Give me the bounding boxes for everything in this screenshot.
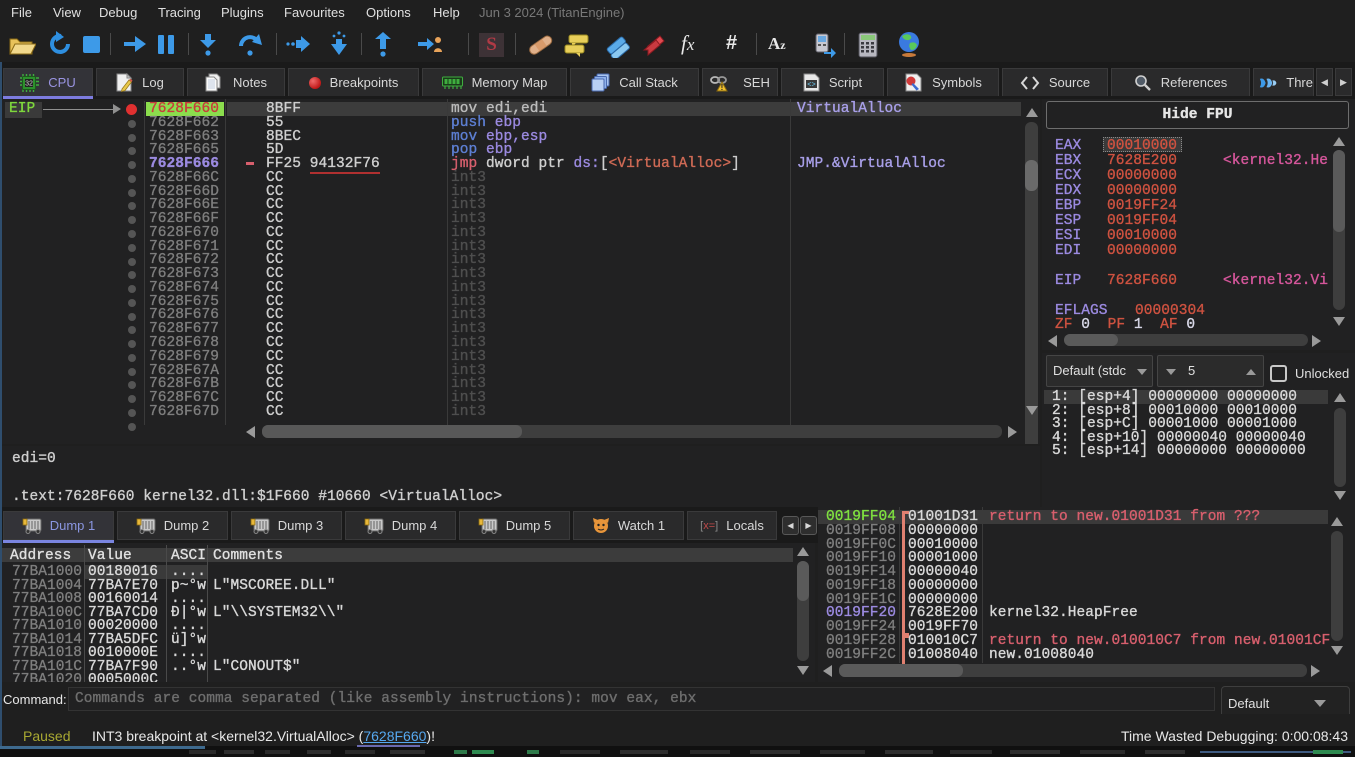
svg-text:32: 32: [25, 80, 33, 87]
svg-text:<>: <>: [807, 82, 815, 90]
svg-text:!: !: [721, 83, 724, 92]
